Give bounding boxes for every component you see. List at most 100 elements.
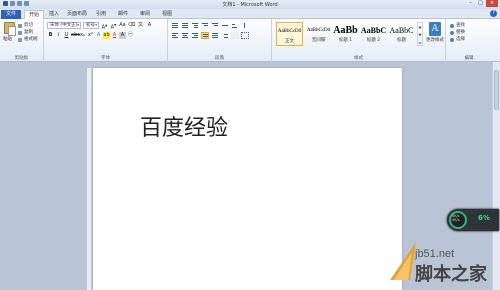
minimize-button[interactable]: – [466, 0, 475, 7]
tab-page-layout[interactable]: 页面布局 [65, 10, 89, 19]
chinese-layout-icon[interactable] [221, 22, 229, 29]
style-name: 标题 2 [366, 38, 381, 43]
cut-button[interactable]: 剪切 [18, 22, 38, 29]
search-icon [450, 23, 454, 28]
find-button[interactable]: 查找 [450, 22, 465, 29]
help-icon[interactable]: ? [490, 10, 497, 17]
superscript-button[interactable]: x² [87, 32, 94, 39]
increase-indent-icon[interactable] [211, 22, 219, 29]
subscript-button[interactable]: x₂ [79, 32, 86, 39]
close-button[interactable]: × [486, 0, 498, 7]
font-group-label: 字体 [101, 56, 110, 61]
bold-button[interactable]: B [47, 32, 54, 39]
justify-icon[interactable] [201, 32, 209, 39]
download-rate: 0K/s [452, 218, 460, 222]
vertical-ruler [87, 68, 92, 290]
window-controls: – □ × [466, 0, 498, 7]
char-shading-icon[interactable]: A [119, 32, 126, 39]
copy-button[interactable]: 复制 [18, 29, 38, 36]
copy-icon [18, 30, 22, 35]
editing-actions: 查找 替换 选择 [450, 22, 465, 43]
network-rates: 0K/s 0K/s [452, 214, 460, 222]
clipboard-group: 粘贴 剪切 复制 格式刷 剪贴板 [0, 19, 44, 62]
char-border-icon[interactable]: A [146, 22, 153, 29]
paragraph-row-top [171, 22, 249, 29]
grow-font-button[interactable]: A▲ [101, 22, 108, 31]
clear-format-icon[interactable]: ⌫ [128, 22, 135, 29]
chevron-down-icon: ▾ [95, 23, 97, 27]
style-name: 标题 [397, 38, 406, 43]
style-normal[interactable]: AaBbCcDd 正文 [276, 22, 303, 46]
watermark-site-name: 脚本之家 [415, 264, 487, 285]
borders-icon[interactable] [241, 32, 249, 39]
change-case-button[interactable]: Aa [119, 22, 126, 29]
network-speed-widget[interactable]: 0K/s 0K/s 6% [447, 209, 499, 231]
shading-icon[interactable] [231, 32, 239, 39]
underline-button[interactable]: U [63, 32, 70, 39]
style-no-spacing[interactable]: AaBbCcDd 无间隔 [305, 22, 332, 46]
vertical-scrollbar[interactable] [492, 62, 500, 290]
phonetic-guide-icon[interactable]: 文 [137, 22, 144, 29]
replace-button[interactable]: 替换 [450, 29, 465, 36]
font-color-button[interactable]: A [111, 32, 118, 39]
format-painter-button[interactable]: 格式刷 [18, 36, 38, 43]
style-title[interactable]: AaBbC 标题 [388, 22, 415, 46]
scissors-icon [18, 23, 22, 28]
text-effects-button[interactable]: A [95, 32, 102, 39]
multilevel-list-icon[interactable] [191, 22, 199, 29]
document-text[interactable]: 百度经验 [140, 110, 228, 142]
decrease-indent-icon[interactable] [201, 22, 209, 29]
distributed-icon[interactable] [211, 32, 219, 39]
tab-review[interactable]: 审阅 [138, 10, 152, 19]
ribbon: 粘贴 剪切 复制 格式刷 剪贴板 宋体 (中文正) ▾ 初号 ▾ A▲ A▼ Aa … [0, 19, 500, 62]
show-marks-icon[interactable] [241, 22, 249, 29]
align-center-icon[interactable] [181, 32, 189, 39]
tab-home[interactable]: 开始 [24, 10, 44, 19]
strikethrough-button[interactable]: abc [71, 32, 80, 39]
style-heading-1[interactable]: AaBb 标题 1 [332, 22, 359, 46]
cursor-icon [450, 37, 454, 42]
scrollbar-thumb[interactable] [494, 70, 499, 110]
maximize-button[interactable]: □ [476, 0, 485, 7]
usage-percent: 6% [478, 214, 490, 222]
tab-references[interactable]: 引用 [94, 10, 108, 19]
style-sample: AaBbCcDd [277, 29, 302, 34]
italic-button[interactable]: I [55, 32, 62, 39]
highlight-icon[interactable]: ab [103, 32, 110, 39]
style-sample: AaBbCcDd [306, 28, 331, 33]
enclose-char-icon[interactable]: ㊀ [127, 32, 134, 39]
font-row-bottom: B I U abc x₂ x² A ab A A ㊀ [47, 32, 134, 39]
change-styles-label: 更改样式 [426, 38, 444, 43]
tab-file[interactable]: 文件 [1, 10, 21, 19]
chevron-down-icon: ▾ [77, 23, 79, 27]
bullets-icon[interactable] [171, 22, 179, 29]
clipboard-group-label: 剪贴板 [14, 56, 29, 61]
document-page[interactable]: 百度经验 [93, 68, 402, 290]
tab-insert[interactable]: 插入 [47, 10, 61, 19]
sort-icon[interactable] [231, 22, 239, 29]
editing-group: 查找 替换 选择 编辑 [446, 19, 492, 62]
align-left-icon[interactable] [171, 32, 179, 39]
tab-mailings[interactable]: 邮件 [116, 10, 130, 19]
select-button[interactable]: 选择 [450, 36, 465, 43]
line-spacing-icon[interactable] [221, 32, 229, 39]
styles-gallery-scroll[interactable]: ▲ ▼ ≡ [417, 22, 423, 46]
change-styles-icon: A [429, 22, 441, 36]
font-name-dropdown[interactable]: 宋体 (中文正) ▾ [47, 22, 81, 29]
style-heading-2[interactable]: AaBbC 标题 2 [360, 22, 387, 46]
shrink-font-button[interactable]: A▼ [110, 22, 117, 31]
replace-icon [450, 30, 454, 35]
replace-label: 替换 [456, 30, 465, 35]
watermark-logo-icon [390, 242, 416, 280]
ribbon-tab-row: 文件 开始 插入 页面布局 引用 邮件 审阅 视图 ? [0, 9, 500, 19]
style-sample: AaBb [333, 25, 358, 36]
tab-view[interactable]: 视图 [160, 10, 174, 19]
font-row-top: 宋体 (中文正) ▾ 初号 ▾ A▲ A▼ Aa ⌫ 文 A [47, 22, 153, 31]
copy-label: 复制 [24, 30, 33, 35]
font-group: 宋体 (中文正) ▾ 初号 ▾ A▲ A▼ Aa ⌫ 文 A B I U abc x… [44, 19, 168, 62]
numbering-icon[interactable] [181, 22, 189, 29]
align-right-icon[interactable] [191, 32, 199, 39]
font-size-dropdown[interactable]: 初号 ▾ [83, 22, 99, 29]
change-styles-button[interactable]: A 更改样式 [425, 22, 445, 43]
paste-button[interactable]: 粘贴 [3, 22, 16, 42]
